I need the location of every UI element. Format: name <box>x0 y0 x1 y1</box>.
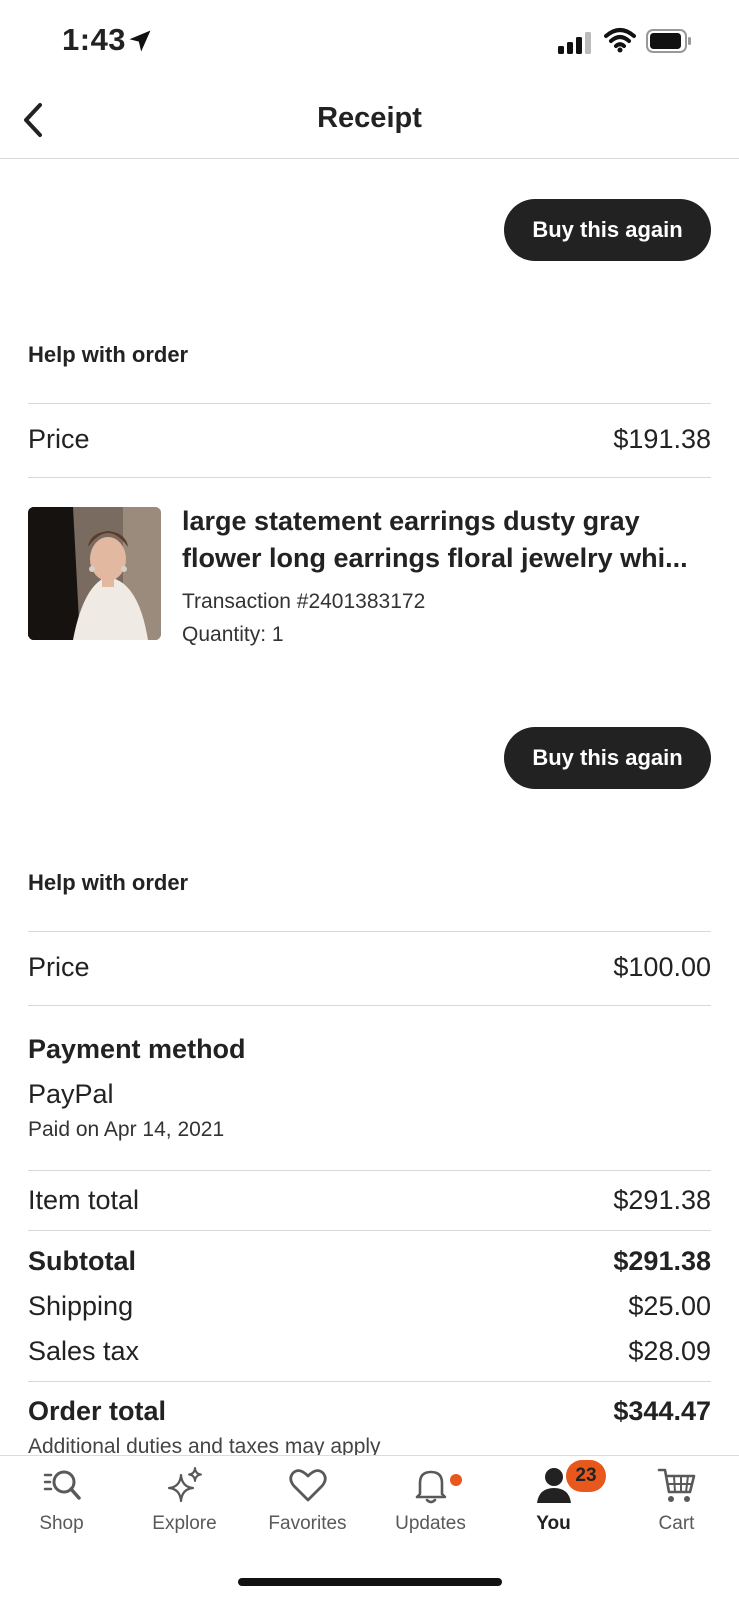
status-time: 1:43 <box>62 22 127 57</box>
price-label: Price <box>28 952 90 982</box>
battery-icon <box>646 29 691 53</box>
order-total-label: Order total <box>28 1396 167 1426</box>
payment-method-heading: Payment method <box>28 1034 246 1064</box>
buy-this-again-button[interactable]: Buy this again <box>504 199 711 261</box>
item-thumbnail[interactable] <box>28 507 161 640</box>
divider <box>28 1005 711 1006</box>
tab-favorites[interactable]: Favorites <box>246 1465 369 1545</box>
home-indicator <box>238 1578 502 1586</box>
buy-this-again-button[interactable]: Buy this again <box>504 727 711 789</box>
item-quantity: Quantity: 1 <box>182 623 284 646</box>
item-title-link[interactable]: large statement earrings dusty gray flow… <box>182 503 712 577</box>
location-arrow-icon <box>129 30 151 52</box>
cellular-signal-icon <box>558 32 591 54</box>
help-with-order-link[interactable]: Help with order <box>28 870 188 896</box>
divider <box>28 403 711 404</box>
divider <box>28 1170 711 1171</box>
bell-icon <box>415 1470 446 1504</box>
price-label: Price <box>28 424 90 454</box>
divider <box>28 1381 711 1382</box>
page-title: Receipt <box>317 102 422 134</box>
tab-updates-label: Updates <box>395 1513 466 1534</box>
sparkle-icon <box>167 1467 202 1503</box>
tab-explore-label: Explore <box>152 1513 217 1534</box>
payment-method-value: PayPal <box>28 1079 114 1109</box>
divider <box>28 477 711 478</box>
subtotal-label: Subtotal <box>28 1246 136 1276</box>
tab-updates[interactable]: Updates <box>369 1465 492 1545</box>
tab-you-label: You <box>536 1513 571 1534</box>
tab-favorites-label: Favorites <box>268 1513 347 1534</box>
price-value: $191.38 <box>613 424 711 454</box>
shipping-value: $25.00 <box>628 1291 711 1321</box>
paid-on-date: Paid on Apr 14, 2021 <box>28 1118 225 1141</box>
bride-photo-image <box>28 507 161 640</box>
wifi-icon <box>604 28 636 53</box>
you-notification-badge: 23 <box>566 1460 606 1492</box>
tab-cart[interactable]: Cart <box>615 1465 738 1545</box>
price-value: $100.00 <box>613 952 711 982</box>
tab-explore[interactable]: Explore <box>123 1465 246 1545</box>
cart-icon <box>657 1468 695 1502</box>
item-total-label: Item total <box>28 1185 140 1215</box>
transaction-number: Transaction #2401383172 <box>182 590 426 613</box>
tab-cart-label: Cart <box>658 1513 695 1534</box>
item-total-value: $291.38 <box>613 1185 711 1215</box>
help-with-order-link[interactable]: Help with order <box>28 342 188 368</box>
divider <box>28 931 711 932</box>
subtotal-value: $291.38 <box>613 1246 711 1276</box>
divider <box>28 1230 711 1231</box>
heart-icon <box>288 1469 327 1502</box>
search-icon <box>43 1470 81 1500</box>
sales-tax-label: Sales tax <box>28 1336 140 1366</box>
order-total-value: $344.47 <box>613 1396 711 1426</box>
sales-tax-value: $28.09 <box>628 1336 711 1366</box>
tab-shop-label: Shop <box>39 1513 84 1534</box>
tab-shop[interactable]: Shop <box>0 1465 123 1545</box>
shipping-label: Shipping <box>28 1291 134 1321</box>
updates-notification-dot <box>450 1474 462 1486</box>
